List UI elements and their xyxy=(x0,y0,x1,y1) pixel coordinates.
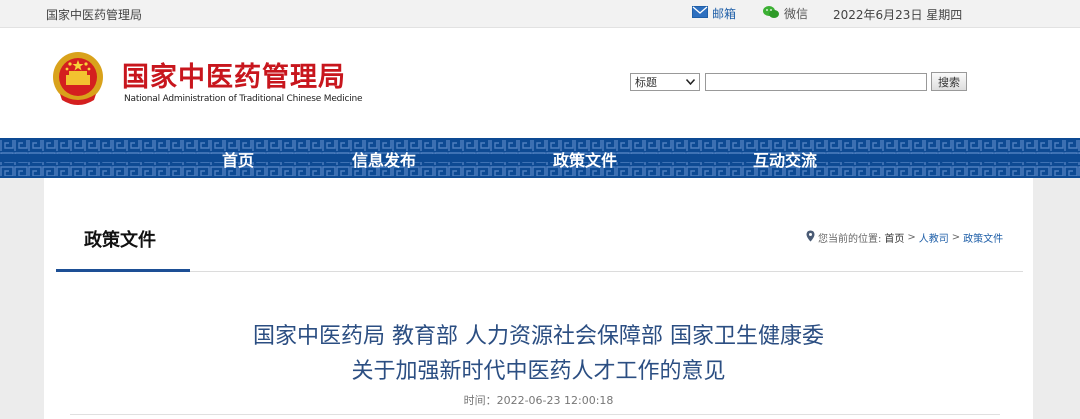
article-time: 时间：2022-06-23 12:00:18 xyxy=(463,394,614,407)
article-divider xyxy=(70,414,1000,415)
main-navigation: 首页 信息发布 政策文件 互动交流 xyxy=(0,138,1080,178)
nav-item-info[interactable]: 信息发布 xyxy=(352,147,416,171)
breadcrumb-separator: > xyxy=(951,232,961,243)
logo-english: National Administration of Traditional C… xyxy=(124,94,363,104)
chevron-down-icon xyxy=(685,75,696,88)
mail-icon xyxy=(692,6,708,21)
nav-items: 首页 信息发布 政策文件 互动交流 xyxy=(0,138,1080,178)
search-field-select[interactable]: 标题 xyxy=(630,72,700,91)
breadcrumb-home[interactable]: 首页 xyxy=(884,230,904,245)
current-date: 2022年6月23日 星期四 xyxy=(833,8,963,22)
breadcrumb: 您当前的位置: 首页 > 人教司 > 政策文件 xyxy=(806,230,1003,245)
wechat-link[interactable]: 微信 xyxy=(762,5,808,22)
section-title-underline xyxy=(56,269,190,272)
section-title: 政策文件 xyxy=(84,230,156,251)
logo-chinese: 国家中医药管理局 xyxy=(122,62,346,93)
article-title-line1: 国家中医药局 教育部 人力资源社会保障部 国家卫生健康委 xyxy=(253,324,824,349)
national-emblem-icon xyxy=(50,50,106,108)
breadcrumb-prefix: 您当前的位置: xyxy=(818,234,882,245)
article-title-line2: 关于加强新时代中医药人才工作的意见 xyxy=(351,359,726,384)
nav-item-policy[interactable]: 政策文件 xyxy=(553,147,617,171)
site-name[interactable]: 国家中医药管理局 xyxy=(46,6,142,23)
section-divider xyxy=(56,271,1023,272)
site-header: 国家中医药管理局 National Administration of Trad… xyxy=(0,28,1080,138)
mail-label: 邮箱 xyxy=(712,7,737,21)
location-pin-icon xyxy=(806,230,815,245)
search-input[interactable] xyxy=(705,72,927,91)
mail-link[interactable]: 邮箱 xyxy=(692,5,736,22)
nav-item-home[interactable]: 首页 xyxy=(222,147,254,171)
search-button[interactable]: 搜索 xyxy=(931,72,967,91)
top-utility-bar: 国家中医药管理局 邮箱 微信 2022年6月23日 星期四 xyxy=(0,0,1080,28)
breadcrumb-department[interactable]: 人教司 xyxy=(919,230,949,245)
wechat-icon xyxy=(762,5,780,22)
breadcrumb-policy[interactable]: 政策文件 xyxy=(963,230,1003,245)
search-bar: 标题 搜索 xyxy=(630,72,967,91)
breadcrumb-separator: > xyxy=(907,232,916,243)
search-field-select-value: 标题 xyxy=(635,75,657,89)
nav-item-interaction[interactable]: 互动交流 xyxy=(753,147,817,171)
wechat-label: 微信 xyxy=(784,7,809,21)
content-card: 政策文件 您当前的位置: 首页 > 人教司 > 政策文件 国家中医药局 教育部 … xyxy=(44,178,1033,419)
